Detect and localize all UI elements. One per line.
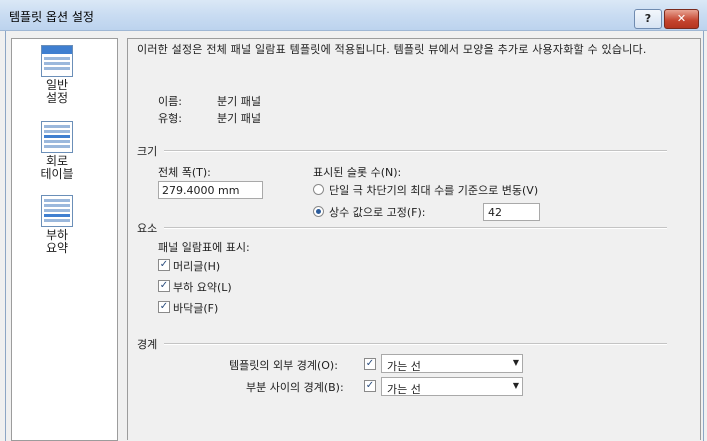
- chevron-down-icon: ▼: [512, 381, 519, 390]
- footer-checkbox[interactable]: ✓: [158, 301, 170, 313]
- name-value: 분기 패널: [217, 95, 261, 108]
- chevron-down-icon: ▼: [512, 358, 519, 367]
- between-border-label: 부분 사이의 경계(B):: [246, 381, 344, 394]
- sidebar-item-label: 부하 요약: [45, 228, 69, 255]
- borders-section-title: 경계: [137, 338, 158, 351]
- total-width-label: 전체 폭(T):: [158, 166, 211, 179]
- close-button[interactable]: ✕: [664, 9, 699, 29]
- general-settings-icon: [41, 45, 73, 77]
- sidebar-item-general[interactable]: 일반 설정: [27, 45, 87, 105]
- elements-divider: [164, 227, 667, 229]
- between-border-checkbox[interactable]: ✓: [364, 380, 376, 392]
- header-checkbox-label: 머리글(H): [173, 260, 221, 273]
- elements-section-title: 요소: [137, 222, 158, 235]
- help-button[interactable]: ?: [634, 9, 662, 29]
- sidebar-item-circuit-table[interactable]: 회로 테이블: [27, 121, 87, 181]
- load-summary-checkbox[interactable]: ✓: [158, 280, 170, 292]
- description-text: 이러한 설정은 전체 패널 일람표 템플릿에 적용됩니다. 템플릿 뷰에서 모양…: [137, 43, 647, 56]
- sidebar-item-load-summary[interactable]: 부하 요약: [27, 195, 87, 255]
- fixed-slots-label: 상수 값으로 고정(F):: [329, 206, 426, 219]
- fixed-slots-radio[interactable]: [313, 206, 324, 217]
- size-divider: [164, 150, 667, 152]
- between-border-dropdown[interactable]: 가는 선 ▼: [381, 377, 523, 396]
- sidebar-item-label: 일반 설정: [45, 78, 69, 105]
- type-label: 유형:: [158, 112, 182, 125]
- variable-slots-label: 단일 극 차단기의 최대 수를 기준으로 변동(V): [329, 184, 539, 197]
- variable-slots-radio[interactable]: [313, 184, 324, 195]
- circuit-table-icon: [41, 121, 73, 153]
- between-border-value: 가는 선: [387, 383, 421, 396]
- footer-checkbox-label: 바닥글(F): [173, 302, 219, 315]
- title-bar: 템플릿 옵션 설정 ? ✕: [0, 0, 707, 31]
- window-title: 템플릿 옵션 설정: [9, 10, 94, 24]
- show-in-schedule-label: 패널 일람표에 표시:: [158, 241, 250, 254]
- total-width-input[interactable]: 279.4000 mm: [158, 181, 263, 199]
- fixed-slots-input[interactable]: 42: [483, 203, 540, 221]
- load-summary-icon: [41, 195, 73, 227]
- type-value: 분기 패널: [217, 112, 261, 125]
- sidebar: 일반 설정 회로 테이블 부하 요약: [11, 38, 118, 441]
- borders-divider: [164, 343, 667, 345]
- header-checkbox[interactable]: ✓: [158, 259, 170, 271]
- name-label: 이름:: [158, 95, 182, 108]
- outer-border-dropdown[interactable]: 가는 선 ▼: [381, 354, 523, 373]
- slots-label: 표시된 슬롯 수(N):: [313, 166, 402, 179]
- outer-border-value: 가는 선: [387, 360, 421, 373]
- load-summary-checkbox-label: 부하 요약(L): [173, 281, 232, 294]
- outer-border-label: 템플릿의 외부 경계(O):: [229, 359, 338, 372]
- size-section-title: 크기: [137, 145, 158, 158]
- outer-border-checkbox[interactable]: ✓: [364, 358, 376, 370]
- sidebar-item-label: 회로 테이블: [40, 154, 74, 181]
